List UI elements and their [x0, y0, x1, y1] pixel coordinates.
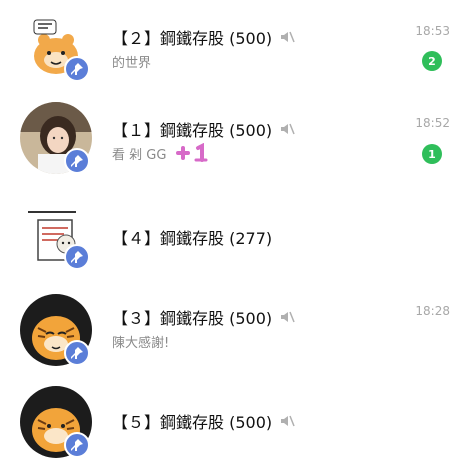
chat-row[interactable]: 【１】鋼鐵存股 (500) 看 剁 GG 18:52 1: [0, 96, 468, 190]
chat-title: 【１】鋼鐵存股 (500): [112, 121, 273, 140]
message-preview: 陳大感謝!: [112, 335, 170, 351]
mute-icon: [278, 308, 296, 326]
pin-icon: [64, 56, 90, 82]
mute-icon: [278, 28, 296, 46]
chat-row[interactable]: 【２】鋼鐵存股 (500) 的世界 18:53 2: [0, 0, 468, 94]
chat-row[interactable]: 【４】鋼鐵存股 (277): [0, 192, 468, 286]
chat-row[interactable]: 【５】鋼鐵存股 (500): [0, 380, 468, 474]
chat-title-row: 【５】鋼鐵存股 (500): [112, 408, 296, 434]
chat-timestamp: 18:53: [415, 24, 450, 38]
message-preview: 看 剁 GG: [112, 147, 167, 163]
plus-one-sticker: [172, 143, 216, 163]
chat-title: 【２】鋼鐵存股 (500): [112, 29, 273, 48]
chat-title-row: 【３】鋼鐵存股 (500): [112, 304, 296, 330]
chat-title-row: 【２】鋼鐵存股 (500): [112, 24, 296, 50]
pin-icon: [64, 244, 90, 270]
chat-row[interactable]: 【３】鋼鐵存股 (500) 陳大感謝! 18:28: [0, 288, 468, 382]
chat-title-row: 【４】鋼鐵存股 (277): [112, 224, 272, 250]
message-preview-row: 看 剁 GG: [112, 142, 216, 164]
chat-title-row: 【１】鋼鐵存股 (500): [112, 116, 296, 142]
chat-title: 【５】鋼鐵存股 (500): [112, 413, 273, 432]
chat-title: 【４】鋼鐵存股 (277): [112, 229, 273, 248]
unread-count-badge: 1: [422, 144, 442, 164]
pin-icon: [64, 148, 90, 174]
chat-timestamp: 18:28: [415, 304, 450, 318]
mute-icon: [278, 120, 296, 138]
pin-icon: [64, 432, 90, 458]
mute-icon: [278, 412, 296, 430]
chat-timestamp: 18:52: [415, 116, 450, 130]
unread-count-badge: 2: [422, 51, 442, 71]
pin-icon: [64, 340, 90, 366]
message-preview: 的世界: [112, 55, 152, 71]
chat-list: 【２】鋼鐵存股 (500) 的世界 18:53 2 【１】鋼鐵存股 (500) …: [0, 0, 468, 468]
chat-title: 【３】鋼鐵存股 (500): [112, 309, 273, 328]
